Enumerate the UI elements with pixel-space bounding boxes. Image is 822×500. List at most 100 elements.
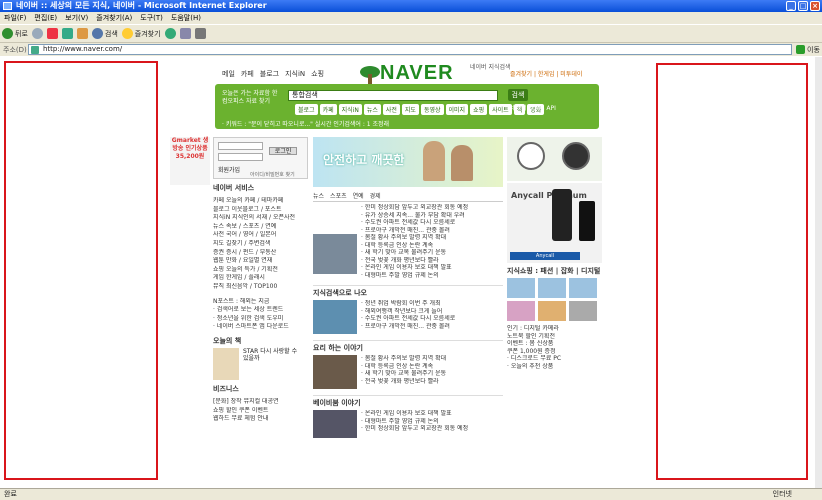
shop-link[interactable]: 쿠폰 1,000원 증정 <box>507 348 602 356</box>
biz-item[interactable]: 쇼핑 할인 쿠폰 이벤트 <box>213 407 308 416</box>
search-tab[interactable]: 지도 <box>401 104 419 115</box>
find-account-link[interactable]: 아이디/비밀번호 찾기 <box>250 171 295 178</box>
nav-kin[interactable]: 지식iN <box>285 69 305 79</box>
shop-item-image[interactable] <box>538 278 566 298</box>
knowledge-item[interactable]: · 프로야구 개막전 매진... 관중 몰려 <box>361 323 455 331</box>
search-tab[interactable]: 사이트 <box>489 104 512 115</box>
news-item[interactable]: · 전국 벚꽃 개화 평년보다 빨라 <box>361 257 503 265</box>
shop-item-image[interactable] <box>569 301 597 321</box>
shop-item-image[interactable] <box>569 278 597 298</box>
cooking-item[interactable]: · 전국 벚꽃 개화 평년보다 빨라 <box>361 378 446 386</box>
ad-cta[interactable]: Anycall <box>510 252 580 260</box>
shop-link[interactable]: · 오늘의 추천 상품 <box>507 363 602 371</box>
news-item[interactable]: · 수도권 아파트 전세값 다시 오름세로 <box>361 219 503 227</box>
history-icon[interactable] <box>164 28 176 39</box>
service-item[interactable]: 증권 증시 / 펀드 / 부동산 <box>213 249 308 258</box>
search-input[interactable]: 통합검색 <box>288 90 498 101</box>
shop-link[interactable]: 인기 : 디지털 카메라 <box>507 325 602 333</box>
menu-view[interactable]: 보기(V) <box>65 12 88 24</box>
search-tab[interactable]: 카페 <box>319 104 337 115</box>
knowledge-item[interactable]: · 청년 취업 박람회 이번 주 개최 <box>361 300 455 308</box>
extra-link[interactable]: · 청소년을 위한 검색 도우미 <box>213 315 308 324</box>
service-item[interactable]: 쇼핑 오늘의 특가 / 기획전 <box>213 266 308 275</box>
search-area-promo[interactable]: 오늘은 가는 자료함 한컴오피스 자료 찾기 <box>222 90 282 106</box>
cooking-item[interactable]: · 새 학기 맞아 교복 물려주기 운동 <box>361 370 446 378</box>
news-tab[interactable]: 경제 <box>370 191 381 200</box>
cooking-item[interactable]: · 대학 등록금 인상 논란 계속 <box>361 363 446 371</box>
maximize-button[interactable]: □ <box>798 1 808 11</box>
naver-logo-text[interactable]: NAVER <box>380 62 454 85</box>
service-item[interactable]: 카페 오늘의 카페 / 테마카페 <box>213 197 308 206</box>
news-item[interactable]: · 대형마트 주말 영업 규제 논의 <box>361 272 503 280</box>
nav-mail[interactable]: 메일 <box>222 69 235 79</box>
nav-cafe[interactable]: 카페 <box>241 69 254 79</box>
id-field[interactable] <box>218 142 263 150</box>
knowledge-photo[interactable] <box>313 300 357 334</box>
service-item[interactable]: 사전 국어 / 영어 / 일본어 <box>213 231 308 240</box>
shop-item-image[interactable] <box>538 301 566 321</box>
favorites-button[interactable]: 즐겨찾기 <box>121 28 161 39</box>
menu-tools[interactable]: 도구(T) <box>140 12 163 24</box>
vertical-scrollbar[interactable] <box>815 57 822 488</box>
search-tab[interactable]: 사전 <box>382 104 400 115</box>
shop-link[interactable]: 이벤트 : 봄 신상품 <box>507 340 602 348</box>
baby-item[interactable]: · 한미 정상회담 앞두고 외교장관 회동 예정 <box>361 425 468 433</box>
knowledge-item[interactable]: · 해외여행객 작년보다 크게 늘어 <box>361 308 455 316</box>
search-button[interactable]: 검색 <box>91 28 118 39</box>
biz-item[interactable]: 웹하드 무료 체험 안내 <box>213 415 308 424</box>
minimize-button[interactable]: _ <box>786 1 796 11</box>
stop-icon[interactable] <box>46 28 58 39</box>
service-item[interactable]: 뉴스 속보 / 스포츠 / 연예 <box>213 223 308 232</box>
baby-item[interactable]: · 대형마트 주말 영업 규제 논의 <box>361 418 468 426</box>
go-button[interactable]: 이동 <box>792 45 822 55</box>
search-tab[interactable]: 블로그 <box>295 104 318 115</box>
search-submit-button[interactable]: 검색 <box>508 89 528 101</box>
service-item[interactable]: 뮤직 최신음악 / TOP100 <box>213 283 308 292</box>
service-item[interactable]: 웹툰 만화 / 요일별 연재 <box>213 257 308 266</box>
menu-help[interactable]: 도움말(H) <box>171 12 201 24</box>
search-tab[interactable]: 이미지 <box>445 104 469 115</box>
shop-item-image[interactable] <box>507 278 535 298</box>
cooking-item[interactable]: · 봄철 황사 주의보 발령 지역 확대 <box>361 355 446 363</box>
search-tab[interactable]: 지식iN <box>338 104 362 115</box>
book-card[interactable]: STAR 다시 사랑할 수 있을까 <box>213 347 308 380</box>
menu-favorites[interactable]: 즐겨찾기(A) <box>96 12 132 24</box>
refresh-icon[interactable] <box>61 28 73 39</box>
service-item[interactable]: 블로그 이웃블로그 / 포스트 <box>213 206 308 215</box>
baby-item[interactable]: · 온라인 게임 이용자 보호 대책 발표 <box>361 410 468 418</box>
news-tab[interactable]: 스포츠 <box>330 191 347 200</box>
baby-photo[interactable] <box>313 410 357 438</box>
gmarket-banner[interactable]: Gmarket 생방송 인기상품 35,200원 <box>170 137 210 185</box>
anycall-ad[interactable]: Anycall Platinum Anycall <box>507 183 602 263</box>
close-button[interactable]: × <box>810 1 820 11</box>
news-item[interactable]: · 대학 등록금 인상 논란 계속 <box>361 242 503 250</box>
menu-file[interactable]: 파일(F) <box>4 12 26 24</box>
shop-link[interactable]: · 디스크로드 무료 PC <box>507 355 602 363</box>
news-item[interactable]: · 한미 정상회담 앞두고 외교장관 회동 예정 <box>361 204 503 212</box>
search-tab[interactable]: 뉴스 <box>363 104 381 115</box>
print-icon[interactable] <box>194 28 206 39</box>
news-photo[interactable] <box>313 234 357 274</box>
search-tab[interactable]: 동영상 <box>420 104 444 115</box>
home-icon[interactable] <box>76 28 88 39</box>
login-button[interactable]: 로그인 <box>269 147 297 155</box>
service-item[interactable]: 지식iN 지식인의 서재 / 오픈사전 <box>213 214 308 223</box>
promo-banner[interactable]: 안전하고 깨끗한 <box>313 137 503 187</box>
search-tab[interactable]: 쇼핑 <box>470 104 488 115</box>
knowledge-item[interactable]: · 수도권 아파트 전세값 다시 오름세로 <box>361 315 455 323</box>
service-item[interactable]: 게임 한게임 / 플래시 <box>213 274 308 283</box>
address-input[interactable]: http://www.naver.com/ <box>28 44 792 55</box>
top-links[interactable]: 즐겨찾기 | 한게임 | 미투데이 <box>510 69 582 78</box>
cooking-photo[interactable] <box>313 355 357 389</box>
news-item[interactable]: · 온라인 게임 이용자 보호 대책 발표 <box>361 264 503 272</box>
news-item[interactable]: · 새 학기 맞아 교복 물려주기 운동 <box>361 249 503 257</box>
extra-link[interactable]: N포스트 : 해외는 지금 <box>213 298 308 307</box>
open-api-link[interactable]: 네이버 Open API <box>510 105 556 113</box>
service-item[interactable]: 지도 길찾기 / 주변검색 <box>213 240 308 249</box>
news-tab[interactable]: 뉴스 <box>313 191 324 200</box>
shop-item-image[interactable] <box>507 301 535 321</box>
news-item[interactable]: · 봄철 황사 주의보 발령 지역 확대 <box>361 234 503 242</box>
mail-icon[interactable] <box>179 28 191 39</box>
keyword-ticker[interactable]: · 키워드 : "문이 닫히고 따오니로..." 실시간 인기검색어 : 1 조… <box>222 119 389 128</box>
password-field[interactable] <box>218 153 263 161</box>
